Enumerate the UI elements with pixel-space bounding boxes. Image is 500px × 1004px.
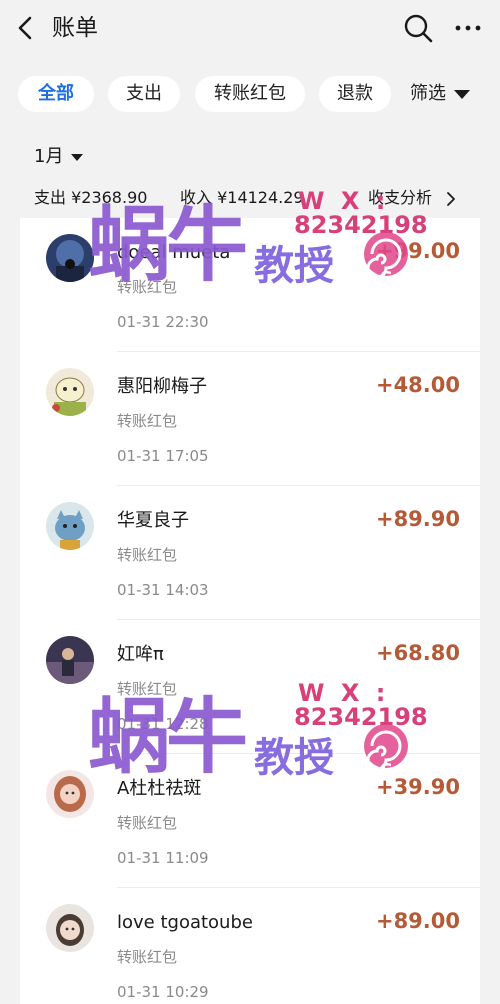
counterparty-name: 华夏良子 bbox=[117, 510, 189, 531]
transaction-type: 转账红包 bbox=[117, 412, 178, 430]
transaction-type: 转账红包 bbox=[117, 546, 178, 564]
app-header: 账单 bbox=[0, 0, 500, 60]
transaction-amount: +89.00 bbox=[375, 909, 460, 933]
analysis-link[interactable]: 收支分析 bbox=[368, 184, 457, 212]
transaction-time: 01-31 17:05 bbox=[117, 447, 209, 465]
more-icon[interactable] bbox=[452, 14, 484, 42]
transaction-amount: +39.90 bbox=[375, 775, 460, 799]
counterparty-name: 妅哞π bbox=[117, 644, 164, 665]
month-summary: 支出 ¥2368.90 收入 ¥14124.29 收支分析 bbox=[34, 184, 474, 212]
transaction-amount: +68.80 bbox=[375, 641, 460, 665]
transaction-row[interactable]: 华夏良子 转账红包 01-31 14:03 +89.90 bbox=[20, 486, 480, 620]
transaction-amount: +89.90 bbox=[375, 507, 460, 531]
chevron-right-icon bbox=[447, 191, 456, 206]
transaction-row[interactable]: 妅哞π 转账红包 01-31 12:28 +68.80 bbox=[20, 620, 480, 754]
counterparty-name: doeal mueta bbox=[117, 242, 231, 263]
screen-filter-button[interactable]: 筛选 bbox=[410, 76, 470, 112]
transaction-time: 01-31 14:03 bbox=[117, 581, 209, 599]
transaction-time: 01-31 11:09 bbox=[117, 849, 209, 867]
transaction-amount: +99.00 bbox=[375, 239, 460, 263]
screen-filter-label: 筛选 bbox=[410, 83, 446, 104]
filter-chip-all[interactable]: 全部 bbox=[18, 76, 94, 112]
transaction-row[interactable]: love tgoatoube 转账红包 01-31 10:29 +89.00 bbox=[20, 888, 480, 1004]
avatar bbox=[46, 502, 94, 550]
transaction-type: 转账红包 bbox=[117, 948, 178, 966]
transaction-type: 转账红包 bbox=[117, 278, 178, 296]
filter-chip-transfer[interactable]: 转账红包 bbox=[195, 76, 305, 112]
transaction-list: doeal mueta 转账红包 01-31 22:30 +99.00 惠阳柳梅… bbox=[20, 218, 480, 1004]
transaction-time: 01-31 22:30 bbox=[117, 313, 209, 331]
search-icon[interactable] bbox=[402, 12, 434, 44]
transaction-time: 01-31 12:28 bbox=[117, 715, 209, 733]
transaction-amount: +48.00 bbox=[375, 373, 460, 397]
month-selector[interactable]: 1月 bbox=[34, 142, 84, 172]
transaction-row[interactable]: doeal mueta 转账红包 01-31 22:30 +99.00 bbox=[20, 218, 480, 352]
income-total: 收入 ¥14124.29 bbox=[180, 188, 304, 207]
month-label: 1月 bbox=[34, 146, 64, 167]
transaction-type: 转账红包 bbox=[117, 680, 178, 698]
analysis-label: 收支分析 bbox=[368, 188, 433, 207]
counterparty-name: love tgoatoube bbox=[117, 912, 253, 933]
avatar bbox=[46, 368, 94, 416]
avatar bbox=[46, 234, 94, 282]
filter-chip-refund[interactable]: 退款 bbox=[319, 76, 391, 112]
avatar bbox=[46, 904, 94, 952]
transaction-row[interactable]: 惠阳柳梅子 转账红包 01-31 17:05 +48.00 bbox=[20, 352, 480, 486]
filter-bar: 全部 支出 转账红包 退款 筛选 bbox=[0, 76, 500, 112]
dropdown-icon bbox=[454, 89, 470, 99]
transaction-time: 01-31 10:29 bbox=[117, 983, 209, 1001]
transaction-row[interactable]: A杜杜祛斑 转账红包 01-31 11:09 +39.90 bbox=[20, 754, 480, 888]
expense-total: 支出 ¥2368.90 bbox=[34, 188, 148, 207]
dropdown-icon bbox=[71, 153, 84, 161]
page-title: 账单 bbox=[52, 15, 98, 41]
transaction-type: 转账红包 bbox=[117, 814, 178, 832]
counterparty-name: A杜杜祛斑 bbox=[117, 778, 202, 799]
back-icon[interactable] bbox=[14, 14, 38, 42]
avatar bbox=[46, 636, 94, 684]
avatar bbox=[46, 770, 94, 818]
filter-chip-expense[interactable]: 支出 bbox=[108, 76, 180, 112]
counterparty-name: 惠阳柳梅子 bbox=[117, 376, 207, 397]
